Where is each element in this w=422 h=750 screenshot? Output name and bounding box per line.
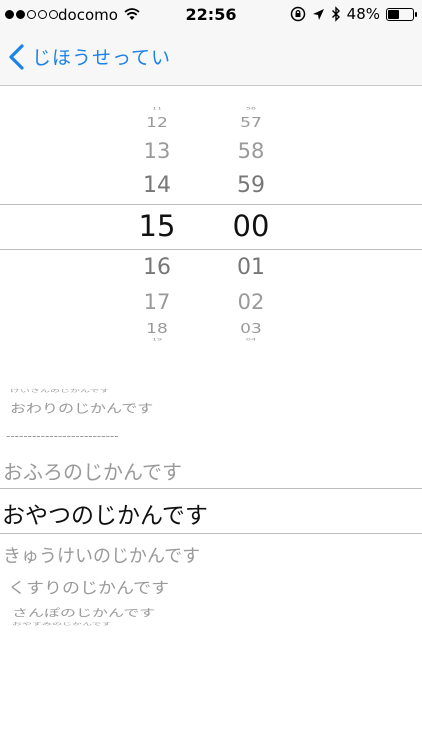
chevron-left-icon [9,43,24,70]
message-option[interactable]: きゅうけいのじかんです [3,542,200,568]
orientation-lock-icon [290,6,305,22]
message-option[interactable]: さんぽのじかんです [12,604,155,620]
navigation-bar: じほうせってい [0,30,422,86]
minute-option[interactable]: 56 [216,107,286,111]
message-option[interactable]: おわりのじかんです [10,398,153,416]
message-option-selected[interactable]: おやつのじかんです [2,496,208,530]
message-option[interactable]: おやすみのじかんです [12,621,112,626]
hour-option-selected[interactable]: 15 [122,209,192,243]
hour-option[interactable]: 12 [122,115,192,131]
status-right-icons: 48% [290,5,417,23]
picker-selection-line-top [0,488,422,489]
message-picker[interactable]: けいさんのじかんです おわりのじかんです -------------------… [0,385,422,635]
hour-option[interactable]: 13 [122,139,192,163]
message-option[interactable]: くすりのじかんです [8,576,169,598]
picker-selection-line-top [0,204,422,205]
minute-option[interactable]: 59 [216,173,286,198]
status-bar: docomo 22:56 48% [0,0,422,30]
time-picker[interactable]: 11 12 13 14 15 16 17 18 19 56 57 58 59 0… [0,100,422,345]
minute-option[interactable]: 02 [216,290,286,314]
hour-option[interactable]: 17 [122,290,192,314]
back-button[interactable]: じほうせってい [8,43,171,70]
minute-option[interactable]: 04 [216,338,286,342]
hour-option[interactable]: 16 [122,255,192,280]
back-label: じほうせってい [32,47,172,69]
hour-option[interactable]: 11 [122,107,192,111]
minute-option[interactable]: 57 [216,115,286,131]
picker-selection-line-bottom [0,533,422,534]
message-option[interactable]: おふろのじかんです [3,456,182,485]
bluetooth-icon [331,6,340,22]
message-option[interactable]: けいさんのじかんです [10,387,110,393]
battery-icon [386,7,417,21]
location-arrow-icon [312,8,324,20]
picker-selection-line-bottom [0,249,422,250]
minute-option[interactable]: 03 [216,321,286,337]
battery-percent: 48% [346,5,380,23]
separator-option[interactable]: -------------------------- [6,429,119,443]
hour-option[interactable]: 18 [122,321,192,337]
minute-option-selected[interactable]: 00 [216,209,286,243]
hour-option[interactable]: 14 [122,173,192,198]
minute-option[interactable]: 01 [216,255,286,280]
minute-option[interactable]: 58 [216,139,286,163]
hour-option[interactable]: 19 [122,338,192,342]
